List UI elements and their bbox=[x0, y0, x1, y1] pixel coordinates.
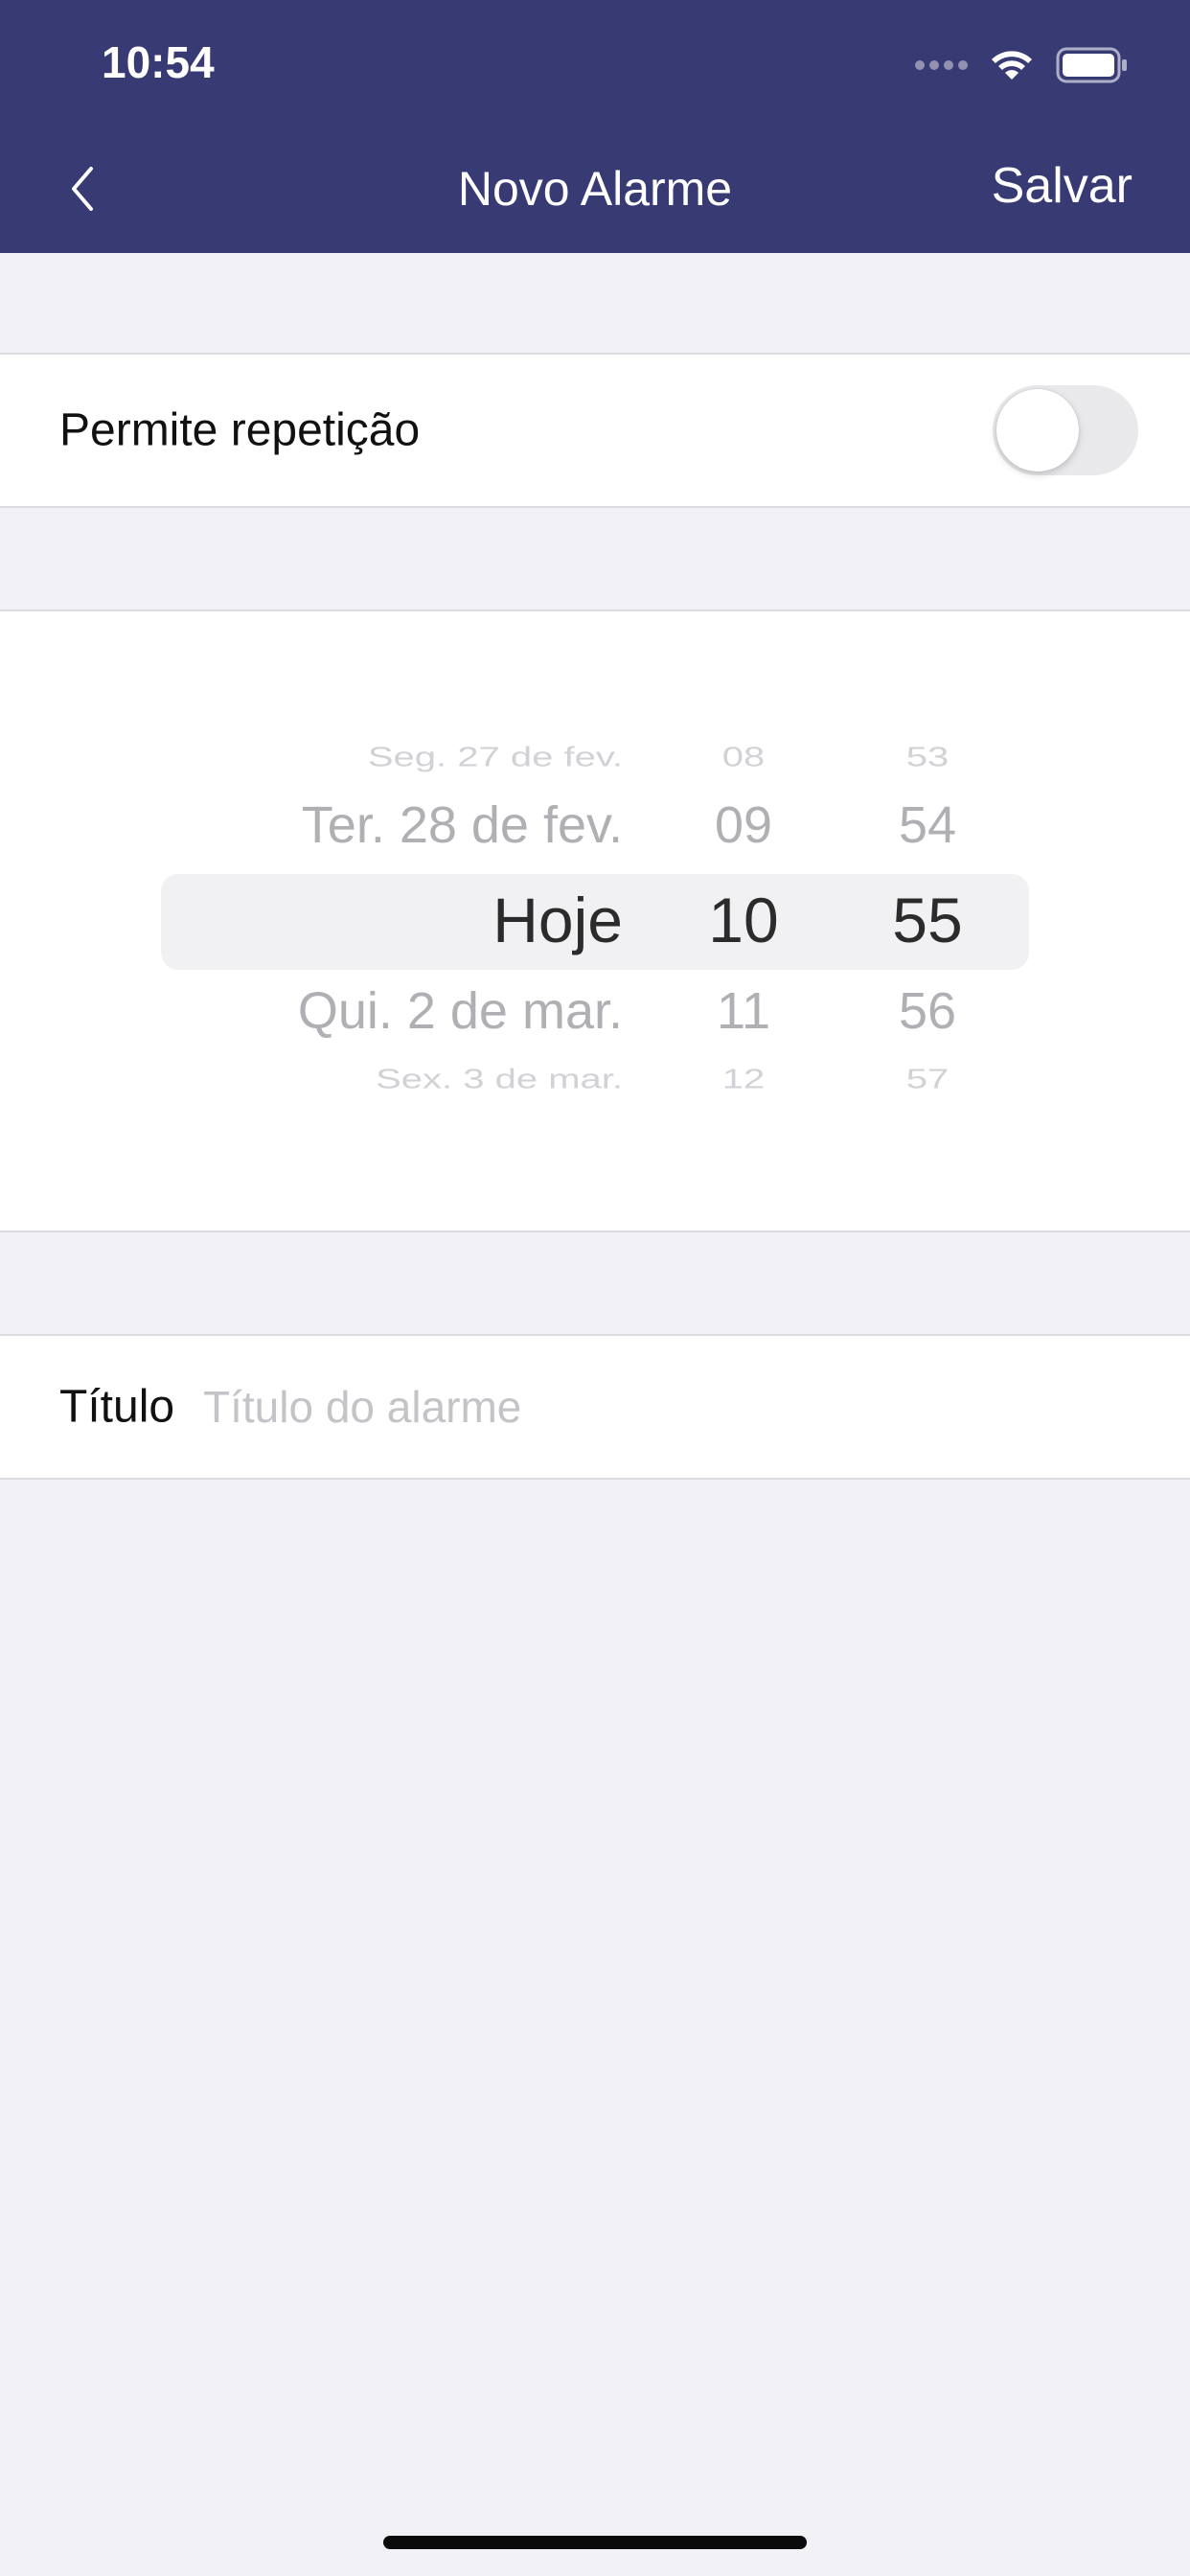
picker-date-option[interactable]: Seg. 27 de fev. bbox=[368, 742, 623, 772]
navigation-bar: Novo Alarme Salvar bbox=[0, 144, 1190, 236]
picker-hour-option[interactable]: 08 bbox=[696, 742, 791, 772]
signal-icon bbox=[915, 60, 968, 70]
wifi-icon bbox=[989, 47, 1035, 83]
picker-hour-option[interactable]: 12 bbox=[696, 1064, 791, 1094]
save-button[interactable]: Salvar bbox=[992, 157, 1133, 215]
picker-minute-selected[interactable]: 55 bbox=[880, 884, 975, 956]
picker-date-option[interactable]: Qui. 2 de mar. bbox=[298, 981, 623, 1041]
picker-hour-option[interactable]: 11 bbox=[696, 981, 791, 1041]
picker-minute-option[interactable]: 57 bbox=[880, 1064, 975, 1094]
header: 10:54 Novo Alarme Salvar bbox=[0, 0, 1190, 253]
picker-date-option[interactable]: Sex. 3 de mar. bbox=[376, 1064, 623, 1094]
picker-date-selected[interactable]: Hoje bbox=[492, 884, 623, 956]
picker-minute-option[interactable]: 54 bbox=[880, 795, 975, 855]
picker-minute-option[interactable]: 53 bbox=[880, 742, 975, 772]
title-label: Título bbox=[59, 1381, 175, 1433]
status-icons bbox=[915, 44, 1129, 86]
status-time: 10:54 bbox=[102, 37, 215, 87]
title-input[interactable] bbox=[203, 1368, 1142, 1445]
title-row: Título bbox=[0, 1334, 1190, 1480]
repeat-toggle[interactable] bbox=[993, 385, 1138, 475]
home-indicator[interactable] bbox=[383, 2536, 807, 2549]
date-time-picker[interactable]: Seg. 27 de fev. Ter. 28 de fev. Hoje Qui… bbox=[0, 611, 1190, 1234]
toggle-knob bbox=[996, 389, 1079, 472]
picker-minute-option[interactable]: 56 bbox=[880, 981, 975, 1041]
picker-hour-option[interactable]: 09 bbox=[696, 795, 791, 855]
date-time-picker-section: Seg. 27 de fev. Ter. 28 de fev. Hoje Qui… bbox=[0, 610, 1190, 1232]
battery-icon bbox=[1056, 47, 1129, 83]
picker-hour-selected[interactable]: 10 bbox=[696, 884, 791, 956]
repeat-row: Permite repetição bbox=[0, 353, 1190, 508]
new-alarm-screen: 10:54 Novo Alarme Salvar Permite repetiç… bbox=[0, 0, 1190, 2576]
picker-date-option[interactable]: Ter. 28 de fev. bbox=[302, 795, 623, 855]
repeat-label: Permite repetição bbox=[59, 404, 421, 456]
